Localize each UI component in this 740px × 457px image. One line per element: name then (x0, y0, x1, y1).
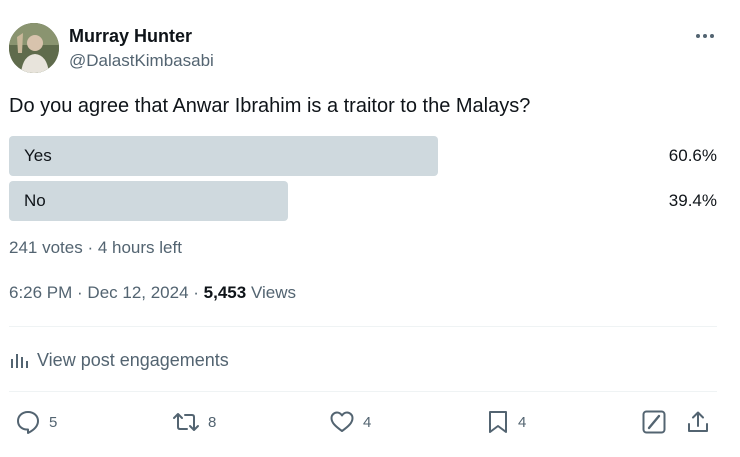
reply-icon (17, 411, 39, 434)
post-timestamp-row: 6:26 PM · Dec 12, 2024 · 5,453 Views (9, 283, 296, 303)
like-icon (330, 411, 354, 432)
poll-option-yes[interactable]: Yes 60.6% (9, 136, 717, 176)
poll-option-no[interactable]: No 39.4% (9, 181, 717, 221)
poll-option-label: No (24, 191, 46, 210)
repost-button[interactable]: 8 (172, 408, 216, 436)
poll-option-label: Yes (24, 146, 52, 165)
separator-dot: · (72, 283, 88, 302)
divider (9, 326, 717, 327)
view-engagements-label: View post engagements (37, 349, 229, 370)
share-button[interactable] (685, 408, 711, 436)
poll-option-percent: 60.6% (668, 146, 717, 165)
poll-bar (9, 181, 288, 221)
separator-dot: · (188, 283, 204, 302)
poll-question: Do you agree that Anwar Ibrahim is a tra… (9, 95, 531, 117)
share-icon (688, 411, 708, 432)
avatar[interactable] (9, 23, 59, 73)
analytics-icon (11, 354, 28, 368)
bookmark-icon (489, 411, 507, 433)
bookmark-count: 4 (518, 413, 527, 431)
bookmark-button[interactable]: 4 (486, 408, 526, 436)
repost-icon (173, 413, 199, 431)
view-engagements-link[interactable]: View post engagements (9, 347, 229, 373)
reply-button[interactable]: 5 (15, 408, 57, 436)
post-date[interactable]: Dec 12, 2024 (87, 283, 188, 302)
views-count: 5,453 (203, 283, 247, 302)
poll-bar (9, 136, 439, 176)
author-handle[interactable]: @DalastKimbasabi (69, 51, 214, 71)
like-count: 4 (363, 413, 372, 431)
grok-icon (642, 410, 666, 434)
author-display-name[interactable]: Murray Hunter (69, 26, 192, 47)
views-label: Views (250, 283, 296, 302)
poll-option-percent: 39.4% (668, 191, 717, 210)
grok-button[interactable] (641, 408, 667, 436)
like-button[interactable]: 4 (329, 408, 371, 436)
poll-meta: 241 votes · 4 hours left (9, 238, 182, 257)
repost-count: 8 (208, 413, 217, 431)
post-time[interactable]: 6:26 PM (9, 283, 72, 302)
more-icon[interactable] (692, 26, 718, 46)
reply-count: 5 (49, 413, 58, 431)
divider (9, 391, 717, 392)
